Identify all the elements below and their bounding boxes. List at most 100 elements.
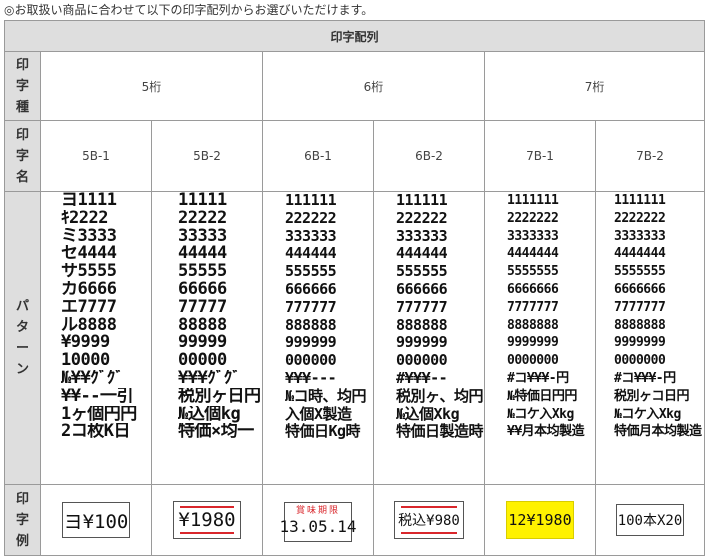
example-6b2: 税込¥980 [373,484,485,556]
red-line-top [180,506,234,508]
pattern-5b2: 11111 22222 33333 44444 55555 66666 77777 88888… [151,191,263,485]
pattern-line: 4444444 [614,246,666,262]
example-label-5b2: ¥1980 [173,501,241,539]
row-header-name: 印字名 [4,120,41,192]
pattern-line: №コケ入Xkg [507,406,574,422]
pattern-line: 1111111 [614,193,666,208]
digits-6: 6桁 [262,51,485,121]
intro-note: ◎お取扱い商品に合わせて以下の印字配列からお選びいただけます。 [4,3,374,17]
pattern-line: 111111 [396,192,448,209]
pattern-line: 333333 [285,227,337,245]
row-header-pattern: パターン [4,191,41,485]
pattern-line: 00000 [178,352,227,370]
pattern-line: 88888 [178,316,227,335]
pattern-line: カ6666 [61,280,117,299]
pattern-line: 4444444 [507,246,559,262]
example-label-7b1: 12¥1980 [506,501,574,539]
pattern-line: 888888 [285,316,337,334]
pattern-line: 3333333 [507,228,559,244]
pattern-line: 9999999 [614,335,666,351]
col-name-7b1: 7B-1 [484,120,596,192]
pattern-line: №コ時、均円 [285,387,367,405]
col-name-6b2: 6B-2 [373,120,485,192]
pattern-line: №込個kg [178,405,241,424]
col-name-7b2: 7B-2 [594,120,706,192]
pattern-line: 2コ枚K日 [61,423,130,442]
pattern-line: ｷ2222 [61,209,108,228]
pattern-line: #コ¥¥¥-円 [507,370,569,386]
pattern-line: 22222 [178,209,227,228]
pattern-line: 税別ヶコ日円 [614,388,690,404]
pattern-line: ¥¥¥--- [285,369,337,387]
pattern-6b1: 111111 222222 333333 444444 555555 666666 7777… [262,191,374,485]
pattern-line: 77777 [178,298,227,317]
pattern-line: 99999 [178,334,227,353]
pattern-line: 66666 [178,280,227,299]
red-line-bottom [180,532,234,534]
table-title: 印字配列 [3,20,706,52]
pattern-line: 入個X製造 [285,405,352,423]
pattern-line: 特価×均一 [178,423,254,442]
pattern-line: 44444 [178,245,227,264]
print-layout-table: 印字配列 印字種 5桁 6桁 7桁 印字名 5B-1 5B-2 6B-1 6B-… [3,20,706,556]
pattern-line: 3333333 [614,228,666,244]
pattern-line: ル8888 [61,316,117,335]
pattern-7b2: 1111111 2222222 3333333 4444444 5555555 66666… [594,191,706,485]
pattern-line: 特価日Kg時 [285,423,361,441]
example-6b1: 賞味期限 13.05.14 [262,484,374,556]
pattern-line: 777777 [396,298,448,316]
pattern-line: 特価日製造時 [396,423,484,441]
pattern-line: 7777777 [507,299,559,315]
pattern-line: №¥¥ｸﾞｸﾞ [61,369,124,388]
example-7b2: 100本X20 [594,484,706,556]
pattern-line: 555555 [285,263,337,281]
pattern-line: 666666 [285,280,337,298]
pattern-line: №込個Xkg [396,405,460,423]
pattern-line: 0000000 [614,353,666,369]
pattern-line: №特価日円円 [507,388,577,404]
pattern-7b1: 1111111 2222222 3333333 4444444 5555555 66666… [484,191,596,485]
col-name-6b1: 6B-1 [262,120,374,192]
pattern-line: 0000000 [507,353,559,369]
pattern-line: 777777 [285,298,337,316]
example-label-6b1: 賞味期限 13.05.14 [279,501,357,542]
pattern-line: 5555555 [507,264,559,280]
pattern-line: ¥¥月本均製造 [507,424,585,440]
pattern-line: 8888888 [507,317,559,333]
pattern-line: 1111111 [507,193,559,208]
digits-7: 7桁 [483,51,706,121]
pattern-line: 税別ヶ日円 [178,387,261,406]
pattern-line: サ5555 [61,263,117,281]
pattern-5b1: ヨ1111 ｷ2222 ミ3333 セ4444 サ5555 カ6666 エ7777 ル8888… [40,191,152,485]
pattern-line: 10000 [61,352,110,370]
pattern-line: 999999 [285,334,337,352]
pattern-6b2: 111111 222222 333333 444444 555555 666666 7777… [373,191,485,485]
pattern-line: 222222 [285,209,337,227]
pattern-line: 2222222 [507,210,559,226]
pattern-line: 333333 [396,227,448,245]
pattern-line: 555555 [396,263,448,281]
col-name-5b2: 5B-2 [151,120,263,192]
pattern-line: 55555 [178,263,227,281]
pattern-line: 111111 [285,192,337,209]
pattern-line: エ7777 [61,298,117,317]
pattern-line: 6666666 [507,281,559,297]
pattern-line: ¥¥--一引 [61,387,133,406]
row-header-example: 印字例 [4,484,41,556]
pattern-line: #¥¥¥-- [396,369,448,387]
pattern-line: セ4444 [61,245,117,264]
pattern-line: 8888888 [614,317,666,333]
pattern-line: #コ¥¥¥-円 [614,370,676,386]
pattern-line: 444444 [396,245,448,263]
pattern-line: 666666 [396,280,448,298]
digits-5: 5桁 [40,51,263,121]
pattern-line: 1ヶ個円円 [61,405,137,424]
pattern-line: ¥¥¥ｸﾞｸﾞ [178,369,241,388]
pattern-line: 222222 [396,209,448,227]
pattern-line: 444444 [285,245,337,263]
pattern-line: №コケ入Xkg [614,406,681,422]
pattern-line: 2222222 [614,210,666,226]
example-label-5b1: ヨ¥100 [62,502,130,538]
pattern-line: 33333 [178,227,227,246]
example-label-7b2: 100本X20 [616,504,684,536]
